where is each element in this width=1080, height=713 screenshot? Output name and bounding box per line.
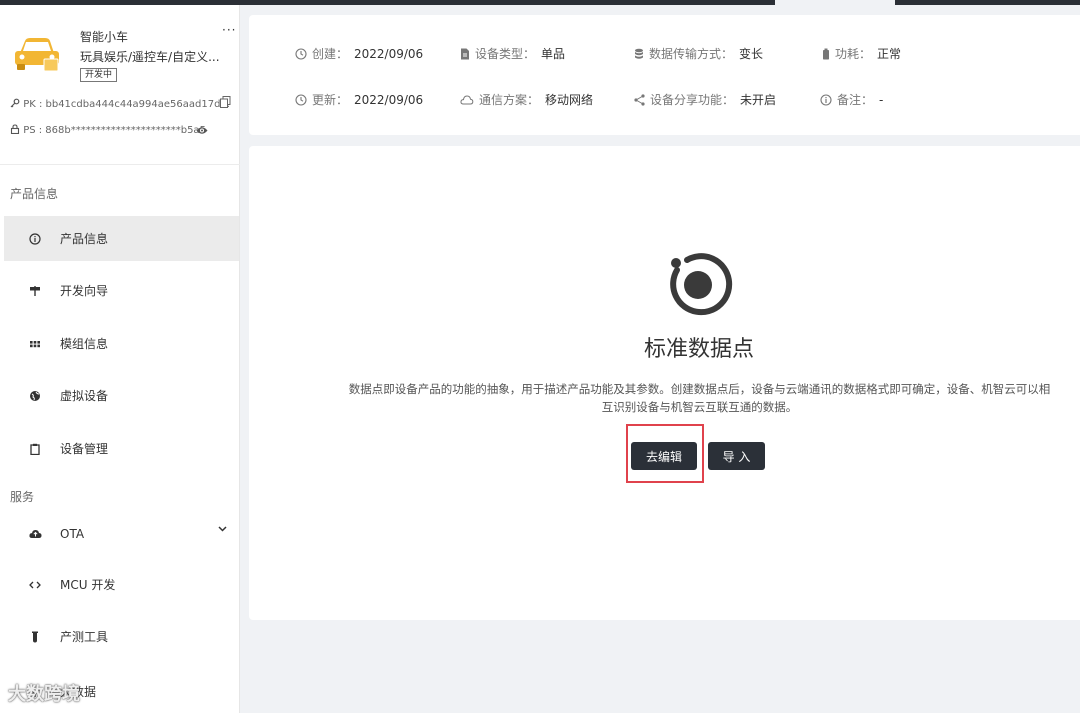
file-icon (461, 48, 469, 59)
database-icon (635, 48, 643, 59)
product-secret-text: PS : 868b**********************b5a5 (23, 125, 206, 136)
sidebar-item-label: 产品信息 (60, 232, 109, 246)
created-label: 创建： (312, 47, 349, 61)
sidebar-item-test-tool[interactable]: 产测工具 (4, 614, 239, 659)
device-type-value: 单品 (541, 47, 566, 61)
datapoint-description: 数据点即设备产品的功能的抽象，用于描述产品功能及其参数。创建数据点后，设备与云端… (348, 382, 1051, 414)
cloud-outline-icon (460, 94, 474, 104)
top-bar-gap (775, 0, 895, 5)
lock-icon (10, 124, 20, 135)
note-value: - (879, 92, 884, 107)
device-share: 设备分享功能： 未开启 (634, 91, 776, 108)
cloud-icon (28, 527, 42, 541)
product-key: PK : bb41cdba444c44a994ae56aad17d... (10, 98, 230, 110)
product-secret: PS : 868b**********************b5a5 (10, 124, 206, 136)
updated-value: 2022/09/06 (354, 92, 424, 107)
copy-icon[interactable] (220, 96, 231, 108)
note: 备注： - (820, 91, 883, 108)
code-icon (28, 578, 42, 592)
power-consumption: 功耗： 正常 (822, 45, 901, 62)
note-label: 备注： (837, 93, 874, 107)
sidebar-item-mcu-dev[interactable]: MCU 开发 (4, 562, 239, 607)
sidebar-item-label: 产测工具 (60, 630, 109, 644)
comm-value: 移动网络 (545, 93, 594, 107)
sidebar-item-product-info[interactable]: 产品信息 (4, 216, 239, 261)
section-product-info: 产品信息 (10, 187, 59, 201)
product-key-text: PK : bb41cdba444c44a994ae56aad17d... (23, 99, 230, 110)
share-value: 未开启 (740, 93, 777, 107)
datapoint-title: 标准数据点 (643, 337, 754, 362)
power-label: 功耗： (835, 47, 872, 61)
info-circle-icon (820, 93, 832, 106)
import-button[interactable]: 导 入 (708, 442, 765, 470)
device-type-label: 设备类型： (475, 47, 536, 61)
sidebar-item-module-info[interactable]: 模组信息 (4, 321, 239, 366)
sidebar-item-label: 模组信息 (60, 337, 109, 351)
created-date: 创建： 2022/09/06 (295, 45, 423, 62)
transfer-label: 数据传输方式： (649, 47, 734, 61)
datapoint-card: 标准数据点 数据点即设备产品的功能的抽象，用于描述产品功能及其参数。创建数据点后… (249, 146, 1080, 620)
module-icon (28, 337, 42, 351)
globe-icon (28, 389, 42, 403)
share-icon (634, 93, 645, 106)
datapoint-icon (670, 253, 733, 316)
status-badge: 开发中 (80, 68, 118, 82)
updated-label: 更新： (312, 93, 349, 107)
comm-scheme: 通信方案： 移动网络 (460, 91, 593, 108)
clock-icon (295, 47, 307, 60)
power-value: 正常 (877, 47, 902, 61)
chevron-down-icon (218, 526, 227, 532)
eye-icon[interactable] (196, 126, 208, 135)
highlight-box (626, 424, 704, 483)
sidebar: 智能小车 玩具娱乐/遥控车/自定义... 开发中 ··· PK : bb41cd… (0, 5, 240, 713)
key-icon (10, 98, 20, 108)
transfer-method: 数据传输方式： 变长 (634, 45, 763, 62)
updated-date: 更新： 2022/09/06 (295, 91, 423, 108)
car-icon (15, 38, 59, 72)
share-label: 设备分享功能： (650, 93, 735, 107)
sidebar-item-label: OTA (60, 526, 85, 541)
device-type: 设备类型： 单品 (460, 45, 565, 62)
clock-icon (295, 93, 307, 106)
more-options-button[interactable]: ··· (222, 24, 236, 36)
product-info-card: 创建： 2022/09/06 设备类型： 单品 数据传输方式： 变长 功耗： 正常 更新… (249, 15, 1080, 135)
test-tube-icon (28, 630, 42, 644)
sidebar-item-label: 虚拟设备 (60, 389, 109, 403)
product-category: 玩具娱乐/遥控车/自定义... (80, 50, 220, 64)
product-name: 智能小车 (80, 30, 129, 44)
sidebar-item-ota[interactable]: OTA (4, 511, 239, 556)
sidebar-item-device-management[interactable]: 设备管理 (4, 426, 239, 471)
comm-label: 通信方案： (479, 93, 540, 107)
battery-icon (823, 48, 829, 59)
sidebar-item-label: MCU 开发 (60, 578, 116, 592)
transfer-value: 变长 (739, 47, 764, 61)
product-header: 智能小车 玩具娱乐/遥控车/自定义... 开发中 ··· PK : bb41cd… (0, 5, 240, 165)
sidebar-item-dev-guide[interactable]: 开发向导 (4, 268, 239, 313)
sidebar-item-virtual-device[interactable]: 虚拟设备 (4, 373, 239, 418)
section-services: 服务 (10, 490, 35, 504)
info-icon (28, 232, 42, 246)
created-value: 2022/09/06 (354, 46, 424, 61)
watermark: 大数跨境 (8, 684, 80, 705)
signpost-icon (28, 284, 42, 298)
clipboard-icon (28, 442, 42, 456)
sidebar-item-label: 设备管理 (60, 442, 109, 456)
sidebar-item-label: 开发向导 (60, 284, 109, 298)
